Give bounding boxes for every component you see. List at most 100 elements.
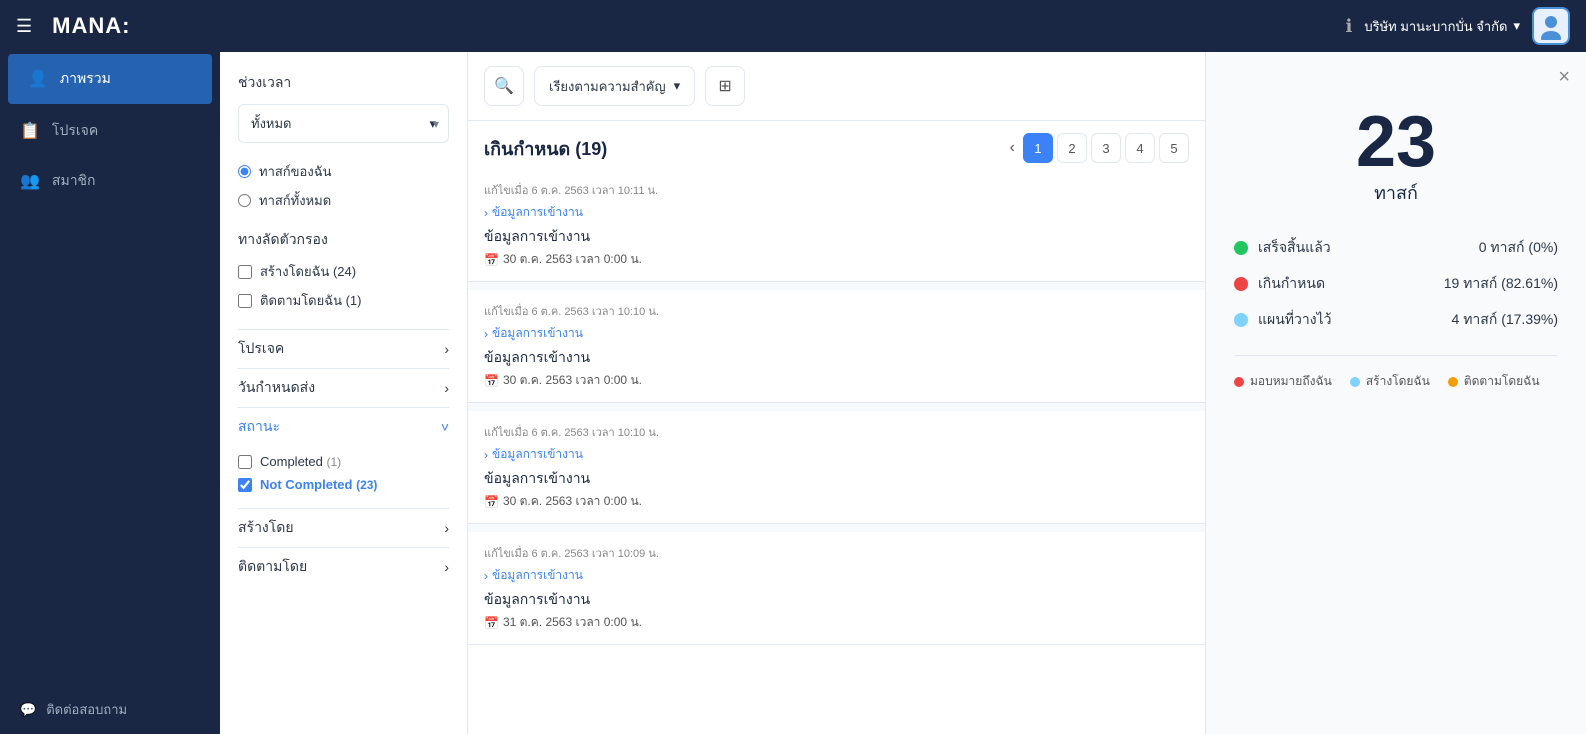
radio-all-task-input[interactable] [238,194,251,207]
sidebar-item-overview[interactable]: 👤 ภาพรวม [8,54,212,104]
radio-my-task-input[interactable] [238,165,251,178]
search-button[interactable]: 🔍 [484,66,524,106]
dot-overdue-icon [1234,277,1248,291]
page-1-button[interactable]: 1 [1023,133,1053,163]
project-filter-label: โปรเจค [238,338,284,360]
task-item[interactable]: แก้ไขเมื่อ 6 ต.ค. 2563 เวลา 10:10 น. › ข… [468,411,1205,524]
sidebar-label-project: โปรเจค [52,120,98,142]
shortcut-followed-checkbox[interactable] [238,294,252,308]
task-meta: แก้ไขเมื่อ 6 ต.ค. 2563 เวลา 10:10 น. [484,302,1189,320]
stats-panel: × 23 ทาสก์ เสร็จสิ้นแล้ว 0 ทาสก์ (0%) เก… [1206,52,1586,734]
task-radio-group: ทาสก์ของฉัน ทาสก์ทั้งหมด [238,161,449,211]
task-item[interactable]: แก้ไขเมื่อ 6 ต.ค. 2563 เวลา 10:10 น. › ข… [468,290,1205,403]
status-not-completed[interactable]: Not Completed (23) [238,477,449,492]
legend-followed-label: ติดตามโดยฉัน [1464,372,1540,391]
sidebar-item-project[interactable]: 📋 โปรเจค [0,106,220,156]
task-due: 📅 30 ต.ค. 2563 เวลา 0:00 น. [484,492,1189,511]
sidebar-label-member: สมาชิก [52,170,96,192]
task-separator [468,403,1205,411]
company-name: บริษัท มานะบากบั่น จำกัด [1364,16,1507,37]
shortcut-created-by-me[interactable]: สร้างโดยฉัน (24) [238,261,449,282]
shortcut-section: ทางลัดตัวกรอง สร้างโดยฉัน (24) ติดตามโดย… [238,229,449,311]
prev-page-button[interactable]: ‹ [1006,135,1019,161]
legend-created-label: สร้างโดยฉัน [1366,372,1430,391]
stats-planned-value: 4 ทาสก์ (17.39%) [1452,309,1558,331]
stats-overdue-label: เกินกำหนด [1258,273,1434,295]
chevron-sort-icon: ▾ [674,78,681,94]
task-due: 📅 30 ต.ค. 2563 เวลา 0:00 น. [484,371,1189,390]
task-parent: › ข้อมูลการเข้างาน [484,566,1189,585]
calendar-icon: 📅 [484,616,499,630]
shortcut-followed-by-me[interactable]: ติดตามโดยฉัน (1) [238,290,449,311]
followed-by-filter-label: ติดตามโดย [238,556,307,578]
chevron-down-icon: ▾ [1513,18,1520,34]
task-item[interactable]: แก้ไขเมื่อ 6 ต.ค. 2563 เวลา 10:09 น. › ข… [468,532,1205,645]
legend-assigned-label: มอบหมายถึงฉัน [1250,372,1332,391]
legend-followed-by-me: ติดตามโดยฉัน [1448,372,1540,391]
page-3-button[interactable]: 3 [1091,133,1121,163]
chevron-parent-icon: › [484,327,488,341]
time-dropdown[interactable]: ทั้งหมด ▾ [238,104,449,143]
chevron-parent-icon: › [484,569,488,583]
member-icon: 👥 [20,171,40,191]
stats-row-completed: เสร็จสิ้นแล้ว 0 ทาสก์ (0%) [1234,237,1558,259]
task-parent: › ข้อมูลการเข้างาน [484,324,1189,343]
legend-created-by-me: สร้างโดยฉัน [1350,372,1430,391]
sort-button[interactable]: เรียงตามความสำคัญ ▾ [534,66,695,106]
shortcut-created-checkbox[interactable] [238,265,252,279]
task-item[interactable]: แก้ไขเมื่อ 6 ต.ค. 2563 เวลา 10:11 น. › ข… [468,169,1205,282]
dot-planned-icon [1234,313,1248,327]
task-separator [468,524,1205,532]
task-due: 📅 30 ต.ค. 2563 เวลา 0:00 น. [484,250,1189,269]
status-filter-label: สถานะ [238,416,280,438]
task-due: 📅 31 ต.ค. 2563 เวลา 0:00 น. [484,613,1189,632]
contact-label: ติดต่อสอบถาม [46,699,127,720]
shortcut-followed-label: ติดตามโดยฉัน (1) [260,290,361,311]
filter-panel: ช่วงเวลา ทั้งหมด ▾ ทาสก์ของฉัน ทาสก์ทั้ง… [220,52,468,734]
page-5-button[interactable]: 5 [1159,133,1189,163]
status-completed-checkbox[interactable] [238,455,252,469]
info-icon[interactable]: ℹ [1345,16,1352,37]
shortcut-created-label: สร้างโดยฉัน (24) [260,261,356,282]
company-button[interactable]: บริษัท มานะบากบั่น จำกัด ▾ [1364,16,1520,37]
task-separator [468,282,1205,290]
status-section: Completed (1) Not Completed (23) [238,446,449,508]
status-not-completed-checkbox[interactable] [238,478,252,492]
radio-my-task-label: ทาสก์ของฉัน [259,161,331,182]
project-filter-collapsible[interactable]: โปรเจค › [238,329,449,368]
time-value: ทั้งหมด [251,113,292,134]
task-parent: › ข้อมูลการเข้างาน [484,445,1189,464]
task-meta: แก้ไขเมื่อ 6 ต.ค. 2563 เวลา 10:09 น. [484,544,1189,562]
contact-icon: 💬 [20,702,36,718]
status-filter-collapsible[interactable]: สถานะ ˅ [238,407,449,446]
content-area: ช่วงเวลา ทั้งหมด ▾ ทาสก์ของฉัน ทาสก์ทั้ง… [220,52,1586,734]
stats-rows: เสร็จสิ้นแล้ว 0 ทาสก์ (0%) เกินกำหนด 19 … [1234,237,1558,331]
radio-all-task[interactable]: ทาสก์ทั้งหมด [238,190,449,211]
view-button[interactable]: ⊞ [705,66,745,106]
stats-row-planned: แผนที่วางไว้ 4 ทาสก์ (17.39%) [1234,309,1558,331]
overview-icon: 👤 [28,69,48,89]
status-completed[interactable]: Completed (1) [238,454,449,469]
sidebar-item-member[interactable]: 👥 สมาชิก [0,156,220,206]
chevron-parent-icon: › [484,206,488,220]
status-completed-label: Completed (1) [260,454,341,469]
chevron-createdby-icon: › [444,520,449,536]
time-dropdown-wrapper: ทั้งหมด ▾ [238,104,449,143]
avatar-image [1537,12,1565,40]
sidebar-item-contact[interactable]: 💬 ติดต่อสอบถาม [0,685,220,734]
sidebar-bottom: 💬 ติดต่อสอบถาม [0,685,220,734]
task-items: แก้ไขเมื่อ 6 ต.ค. 2563 เวลา 10:11 น. › ข… [468,169,1205,734]
avatar[interactable] [1532,7,1570,45]
close-button[interactable]: × [1558,66,1570,89]
status-not-completed-label: Not Completed (23) [260,477,377,492]
hamburger-menu[interactable]: ☰ [16,16,32,37]
created-by-filter-collapsible[interactable]: สร้างโดย › [238,508,449,547]
followed-by-filter-collapsible[interactable]: ติดตามโดย › [238,547,449,586]
page-2-button[interactable]: 2 [1057,133,1087,163]
deadline-filter-collapsible[interactable]: วันกำหนดส่ง › [238,368,449,407]
task-name: ข้อมูลการเข้างาน [484,226,1189,248]
radio-my-task[interactable]: ทาสก์ของฉัน [238,161,449,182]
dot-assigned-icon [1234,377,1244,387]
page-4-button[interactable]: 4 [1125,133,1155,163]
stats-completed-value: 0 ทาสก์ (0%) [1479,237,1558,259]
